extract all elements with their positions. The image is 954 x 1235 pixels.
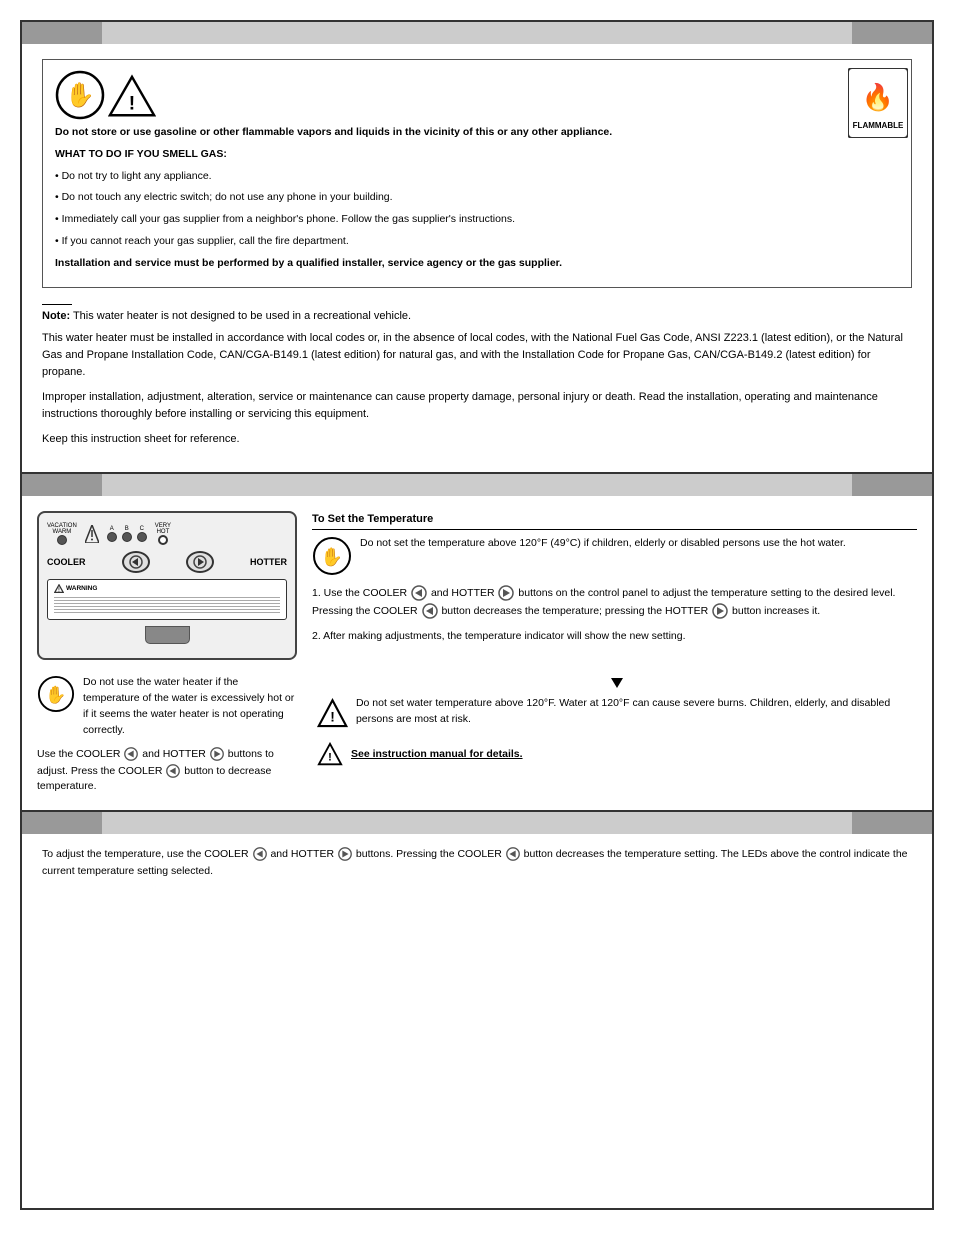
down-arrow-icon (611, 678, 623, 688)
warning-line-5: • Immediately call your gas supplier fro… (55, 212, 899, 228)
s3-header-tab-left (22, 812, 102, 834)
panel-line-4 (54, 606, 280, 607)
warning-header: ✋ ! (55, 70, 899, 115)
caution-text-2: See instruction manual for details. (351, 747, 523, 763)
panel-warning-title: ! WARNING (54, 584, 280, 594)
panel-pipe (145, 626, 190, 644)
stop-hand-lower: ✋ (37, 675, 75, 713)
s2-header-bar (102, 474, 852, 496)
panel-line-2 (54, 600, 280, 601)
panel-line-1 (54, 597, 280, 598)
section-3-content: To adjust the temperature, use the COOLE… (22, 834, 932, 892)
panel-warning-area: ! WARNING (47, 579, 287, 620)
warning-line-1: Do not store or use gasoline or other fl… (55, 125, 899, 141)
hotter-button[interactable] (186, 551, 214, 573)
section-1-content: 🔥 FLAMMABLE ✋ (22, 44, 932, 472)
instruction-1: 1. Use the COOLER and HOTTER buttons on … (312, 584, 917, 620)
c-label: C (140, 526, 144, 532)
s2-header-tab-left (22, 474, 102, 496)
svg-text:✋: ✋ (65, 81, 95, 109)
section2-right-col: To Set the Temperature ✋ Do not set the … (312, 511, 917, 661)
note-text: Note: This water heater is not designed … (42, 298, 912, 322)
document-container: 🔥 FLAMMABLE ✋ (20, 20, 934, 1210)
panel-line-3 (54, 603, 280, 604)
warning-label: WARNING (66, 585, 97, 592)
warning-box: 🔥 FLAMMABLE ✋ (42, 59, 912, 288)
temperature-heading: To Set the Temperature (312, 511, 917, 531)
instruction-2: 2. After making adjustments, the tempera… (312, 628, 917, 644)
panel-line-6 (54, 612, 280, 613)
warning-triangle-large: ! (317, 696, 348, 732)
a-dot (107, 532, 117, 542)
warning-line-3: • Do not try to light any appliance. (55, 169, 899, 185)
warning-line-2: WHAT TO DO IF YOU SMELL GAS: (55, 147, 899, 163)
hotter-label: HOTTER (250, 557, 287, 567)
header-tab-right (852, 22, 932, 44)
section2-lower: ✋ Do not use the water heater if the tem… (22, 675, 932, 810)
lower-stop-note: Do not use the water heater if the tempe… (83, 675, 297, 738)
section-2-header (22, 474, 932, 496)
body-text-3: Keep this instruction sheet for referenc… (42, 431, 912, 448)
s3-header-tab-right (852, 812, 932, 834)
cooler-label: COOLER (47, 557, 86, 567)
cooler-button[interactable] (122, 551, 150, 573)
section-3-header (22, 812, 932, 834)
panel-middle-row: COOLER HOTTER (47, 551, 287, 573)
lower-left: ✋ Do not use the water heater if the tem… (37, 675, 297, 795)
svg-text:!: ! (328, 752, 332, 764)
body-text-2: Improper installation, adjustment, alter… (42, 389, 912, 423)
very-hot-dot (158, 535, 168, 545)
panel-line-5 (54, 609, 280, 610)
section3-text: To adjust the temperature, use the COOLE… (42, 846, 912, 880)
section-1: 🔥 FLAMMABLE ✋ (22, 22, 932, 474)
section-3: To adjust the temperature, use the COOLE… (22, 812, 932, 892)
c-dot (137, 532, 147, 542)
control-panel-diagram: VACATION WARM A (37, 511, 297, 661)
header-bar (102, 22, 852, 44)
s3-header-bar (102, 812, 852, 834)
warning-text-block: Do not store or use gasoline or other fl… (55, 125, 899, 271)
b-label: B (125, 526, 129, 532)
svg-text:!: ! (330, 710, 335, 725)
panel-top-row: VACATION WARM A (47, 523, 287, 545)
stop-note: Do not set the temperature above 120°F (… (360, 536, 846, 552)
stop-hand-icon: ✋ (55, 70, 100, 115)
section-2-main: VACATION WARM A (22, 496, 932, 676)
flammable-icon: 🔥 FLAMMABLE (848, 68, 903, 123)
warning-line-6: • If you cannot reach your gas supplier,… (55, 234, 899, 250)
b-dot (122, 532, 132, 542)
warm-dot (57, 535, 67, 545)
body-text-1: This water heater must be installed in a… (42, 330, 912, 381)
svg-text:!: ! (129, 93, 135, 114)
lower-instruction: Use the COOLER and HOTTER buttons to adj… (37, 746, 297, 795)
temperature-heading-row: To Set the Temperature ✋ Do not set the … (312, 511, 917, 653)
warning-triangle-icon: ! (108, 73, 148, 113)
svg-text:FLAMMABLE: FLAMMABLE (853, 121, 904, 130)
svg-text:✋: ✋ (45, 685, 66, 705)
stop-hand-right: ✋ (312, 536, 352, 576)
warning-line-4: • Do not touch any electric switch; do n… (55, 190, 899, 206)
warning-triangle-small: ! (317, 742, 343, 768)
svg-text:🔥: 🔥 (862, 82, 894, 112)
very-hot-label2: HOT (157, 529, 170, 535)
warning-line-7: Installation and service must be perform… (55, 256, 899, 272)
svg-text:✋: ✋ (321, 546, 343, 567)
section-1-header (22, 22, 932, 44)
caution-text-1: Do not set water temperature above 120°F… (356, 696, 917, 728)
s2-header-tab-right (852, 474, 932, 496)
header-tab-left (22, 22, 102, 44)
lower-right: ! Do not set water temperature above 120… (317, 675, 917, 795)
warm-label: WARM (53, 529, 72, 535)
section-2: VACATION WARM A (22, 474, 932, 813)
a-label: A (110, 526, 114, 532)
